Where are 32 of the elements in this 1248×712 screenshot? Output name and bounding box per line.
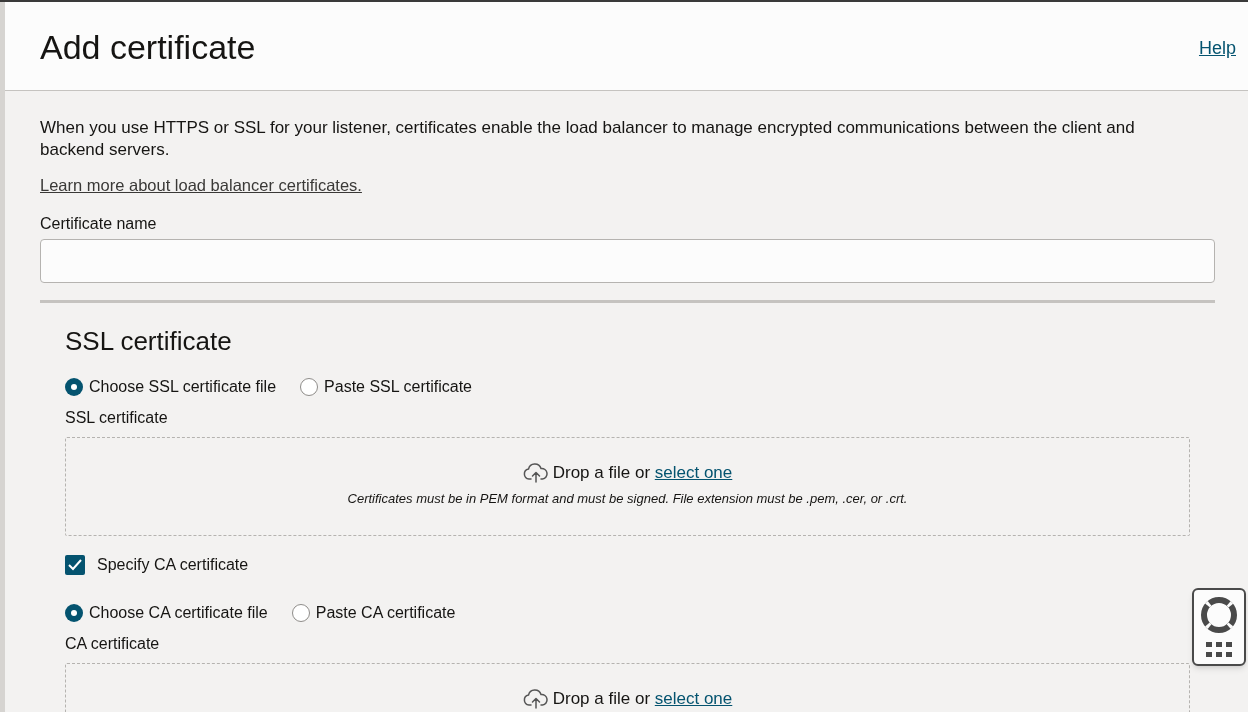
radio-label: Choose CA certificate file bbox=[89, 602, 268, 623]
field-label: Certificate name bbox=[40, 213, 158, 234]
section-title: SSL certificate bbox=[65, 324, 233, 357]
help-link[interactable]: Help bbox=[1198, 35, 1236, 62]
help-widget[interactable] bbox=[1192, 588, 1246, 666]
radio-label: Paste CA certificate bbox=[315, 602, 456, 623]
lifebuoy-icon bbox=[1200, 596, 1238, 634]
learn-more-link[interactable]: Learn more about load balancer certificates. bbox=[40, 173, 362, 198]
file-drop-zone[interactable]: Drop a file or select one bbox=[65, 662, 1190, 712]
select-file-link[interactable]: select one bbox=[654, 462, 733, 482]
check-icon bbox=[68, 558, 82, 571]
radio-label: Paste SSL certificate bbox=[324, 376, 472, 397]
field-label: SSL certificate bbox=[65, 407, 169, 428]
certificate-name-input[interactable] bbox=[40, 238, 1215, 283]
file-drop-zone[interactable]: Drop a file or select one Certificates must be in PEM format and must be signed. File extension must be .pem, .cer, or .crt. bbox=[65, 436, 1190, 536]
checkbox-label: Specify CA certificate bbox=[97, 554, 249, 575]
select-file-link[interactable]: select one bbox=[654, 688, 733, 708]
radio-button[interactable] bbox=[65, 603, 83, 622]
radio-button[interactable] bbox=[291, 603, 310, 622]
cloud-upload-icon bbox=[522, 688, 549, 709]
drop-prompt: Drop a file or select one bbox=[552, 461, 733, 484]
field-label: CA certificate bbox=[65, 633, 161, 654]
grid-icon bbox=[1206, 642, 1232, 658]
file-hint: Certificates must be in PEM format and must be signed. File extension must be .pem, .cer, or .crt. bbox=[347, 490, 908, 509]
checkbox[interactable] bbox=[65, 554, 85, 575]
intro-text: When you use HTTPS or SSL for your listener, certificates enable the load balancer to manage encrypted communications between the client and backend servers. bbox=[40, 117, 1136, 161]
radio-button[interactable] bbox=[300, 377, 319, 396]
dialog-title: Add certificate bbox=[40, 27, 256, 68]
radio-button[interactable] bbox=[65, 377, 83, 396]
cloud-upload-icon bbox=[522, 462, 549, 483]
radio-label: Choose SSL certificate file bbox=[89, 376, 277, 397]
drop-prompt: Drop a file or select one bbox=[552, 687, 733, 710]
